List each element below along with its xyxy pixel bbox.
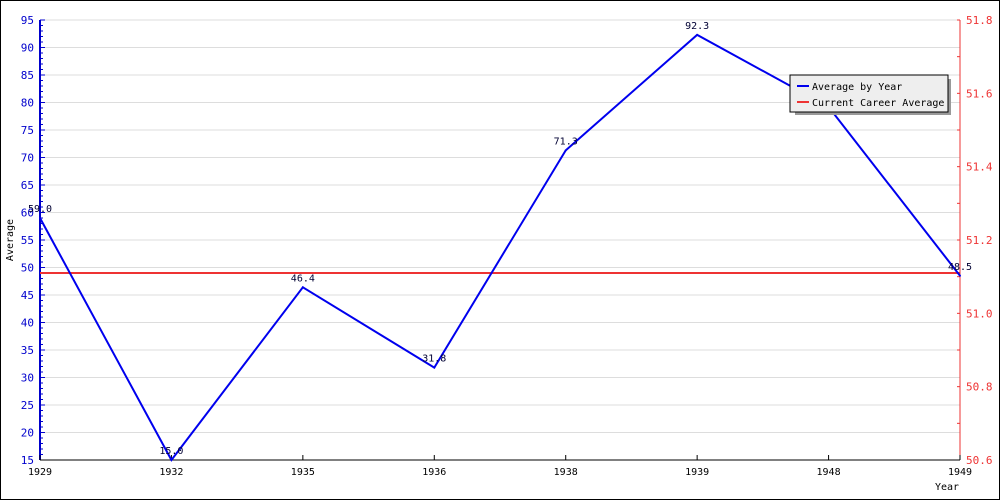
left-tick-label: 15 [21, 454, 34, 467]
left-tick-label: 65 [21, 179, 34, 192]
left-tick-label: 20 [21, 427, 34, 440]
x-tick-label: 1948 [817, 467, 841, 478]
data-point [564, 149, 567, 152]
left-y-axis: 1520253035404550556065707580859095 [21, 14, 45, 467]
x-tick-label: 1929 [28, 467, 52, 478]
x-axis-title: Year [935, 482, 959, 493]
y-axis-title: Average [5, 219, 16, 261]
right-tick-label: 51.0 [966, 307, 993, 320]
data-label: 59.0 [28, 204, 52, 215]
left-tick-label: 40 [21, 317, 34, 330]
data-point [696, 33, 699, 36]
left-tick-label: 75 [21, 124, 34, 137]
right-tick-label: 51.6 [966, 87, 993, 100]
data-label: 31.8 [422, 354, 446, 365]
data-point [170, 459, 173, 461]
left-tick-label: 50 [21, 262, 34, 275]
legend: Average by Year Current Career Average [789, 74, 951, 115]
data-point [433, 366, 436, 369]
left-tick-label: 70 [21, 152, 34, 165]
right-tick-label: 51.2 [966, 234, 993, 247]
data-point [959, 274, 961, 277]
left-tick-label: 90 [21, 42, 34, 55]
line-chart: 1520253035404550556065707580859095 50.65… [5, 14, 993, 493]
right-tick-label: 50.6 [966, 454, 993, 467]
x-tick-label: 1932 [159, 467, 183, 478]
legend-label-average-by-year: Average by Year [812, 82, 902, 93]
right-tick-label: 51.8 [966, 14, 993, 27]
left-tick-label: 55 [21, 234, 34, 247]
x-tick-label: 1935 [291, 467, 315, 478]
left-tick-label: 35 [21, 344, 34, 357]
right-tick-label: 50.8 [966, 381, 993, 394]
right-tick-label: 51.4 [966, 161, 993, 174]
left-tick-label: 80 [21, 97, 34, 110]
data-label: 46.4 [291, 273, 315, 284]
x-tick-label: 1949 [948, 467, 972, 478]
data-point [39, 217, 41, 219]
left-tick-label: 25 [21, 399, 34, 412]
right-y-axis: 50.6 50.8 51.0 51.2 51.4 51.6 51.8 [957, 14, 993, 467]
data-label: 15.0 [159, 446, 183, 457]
x-tick-label: 1939 [685, 467, 709, 478]
data-point [301, 286, 304, 289]
x-tick-label: 1938 [554, 467, 578, 478]
left-tick-label: 85 [21, 69, 34, 82]
left-tick-label: 95 [21, 14, 34, 27]
left-tick-label: 30 [21, 372, 34, 385]
data-label: 92.3 [685, 21, 709, 32]
x-tick-label: 1936 [422, 467, 446, 478]
left-tick-label: 45 [21, 289, 34, 302]
data-label: 48.5 [948, 262, 972, 273]
legend-label-career-average: Current Career Average [812, 98, 944, 109]
data-label: 71.3 [554, 136, 578, 147]
